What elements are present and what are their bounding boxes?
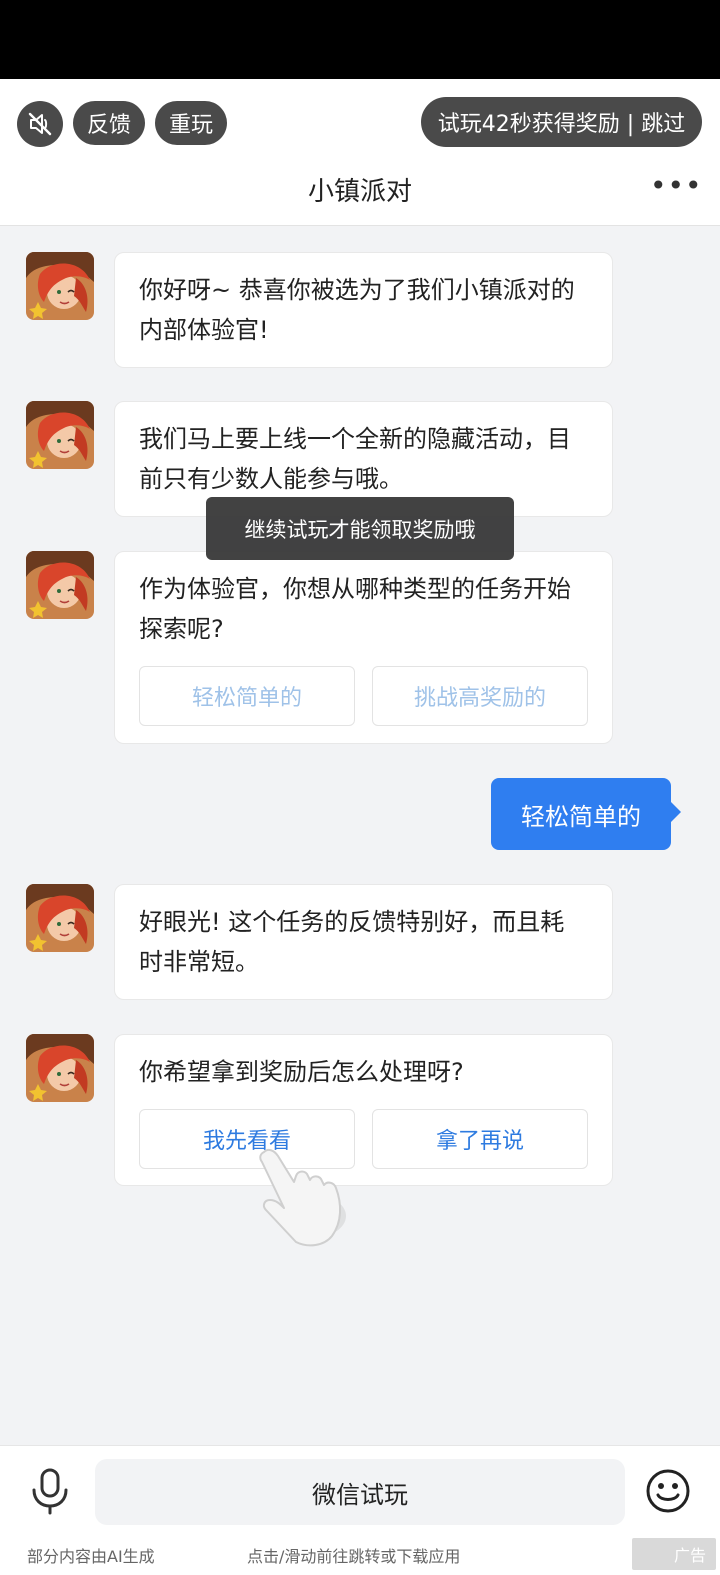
message-text: 作为体验官，你想从哪种类型的任务开始探索呢? <box>139 575 571 643</box>
toast: 继续试玩才能领取奖励哦 <box>206 497 514 560</box>
message-text: 你希望拿到奖励后怎么处理呀? <box>139 1058 464 1086</box>
bot-message-bubble: 你希望拿到奖励后怎么处理呀? 我先看看 拿了再说 <box>114 1034 613 1186</box>
user-message-bubble: 轻松简单的 <box>491 778 671 850</box>
message-text: 好眼光! 这个任务的反馈特别好，而且耗时非常短。 <box>139 908 565 976</box>
wechat-trial-button[interactable]: 微信试玩 <box>95 1459 625 1525</box>
status-bar <box>0 0 720 79</box>
option-easy-button[interactable]: 轻松简单的 <box>139 666 355 726</box>
emoji-icon[interactable] <box>645 1468 691 1514</box>
avatar <box>26 252 94 320</box>
page-title: 小镇派对 <box>307 177 412 207</box>
feedback-button[interactable]: 反馈 <box>73 101 145 145</box>
trial-skip-button[interactable]: 试玩42秒获得奖励 | 跳过 <box>421 97 702 147</box>
option-challenge-button[interactable]: 挑战高奖励的 <box>372 666 588 726</box>
option-row: 我先看看 拿了再说 <box>139 1109 588 1169</box>
bot-message-bubble: 好眼光! 这个任务的反馈特别好，而且耗时非常短。 <box>114 884 613 1000</box>
more-icon[interactable]: ••• <box>650 171 702 201</box>
ad-badge: 广告 <box>632 1538 716 1570</box>
mute-button[interactable] <box>17 101 63 147</box>
message-text: 你好呀~ 恭喜你被选为了我们小镇派对的内部体验官! <box>139 276 575 344</box>
bottom-bar: 微信试玩 部分内容由AI生成 点击/滑动前往跳转或下载应用 广告 <box>0 1445 720 1575</box>
replay-button[interactable]: 重玩 <box>155 101 227 145</box>
tap-to-download-note[interactable]: 点击/滑动前往跳转或下载应用 <box>247 1543 460 1567</box>
speaker-muted-icon <box>28 112 52 136</box>
avatar <box>26 1034 94 1102</box>
header: 反馈 重玩 试玩42秒获得奖励 | 跳过 小镇派对 ••• <box>0 79 720 226</box>
option-row: 轻松简单的 挑战高奖励的 <box>139 666 588 726</box>
bot-message-bubble: 作为体验官，你想从哪种类型的任务开始探索呢? 轻松简单的 挑战高奖励的 <box>114 551 613 744</box>
avatar <box>26 884 94 952</box>
bot-message-bubble: 你好呀~ 恭喜你被选为了我们小镇派对的内部体验官! <box>114 252 613 368</box>
tap-hand-icon <box>259 1148 346 1247</box>
microphone-icon[interactable] <box>28 1466 72 1516</box>
avatar <box>26 551 94 619</box>
avatar <box>26 401 94 469</box>
ai-generated-note: 部分内容由AI生成 <box>27 1547 155 1566</box>
user-bubble-tail <box>670 801 681 823</box>
message-text: 我们马上要上线一个全新的隐藏活动，目前只有少数人能参与哦。 <box>139 425 571 493</box>
option-take-it-button[interactable]: 拿了再说 <box>372 1109 588 1169</box>
